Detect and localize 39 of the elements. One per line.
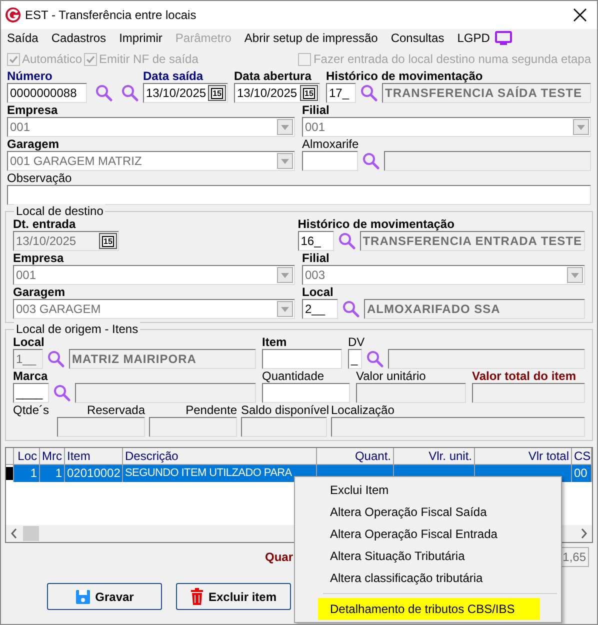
table-cell: 00 [572, 465, 592, 482]
field-label: Número [7, 69, 54, 83]
field-label: Qtde´s [13, 403, 50, 417]
table-cell: 1 [40, 465, 65, 482]
field-label: Dt. entrada [13, 217, 77, 231]
table-cell: 02010002 [65, 465, 123, 482]
field-label: Reservada [86, 403, 145, 417]
total-field: 1,65 [561, 547, 589, 567]
window-title: EST - Transferência entre locais [25, 7, 198, 24]
field-label: DV [348, 335, 366, 349]
checkbox-label: Fazer entrada do local destino numa segunda etapa [313, 51, 591, 68]
field-label: Valor total do item [472, 369, 578, 383]
field-label: Filial [302, 251, 330, 265]
field-label: Saldo disponível [241, 403, 327, 417]
field-label: Marca [13, 369, 49, 383]
field-label: Empresa [13, 251, 65, 265]
group-title: Local de origem - Itens [14, 322, 140, 336]
field-label: Local [13, 335, 46, 349]
field-label: Localização [331, 403, 396, 417]
field-label: Histórico de movimentação [326, 69, 484, 83]
field-label: Data saída [143, 69, 204, 83]
field-label: Garagem [13, 285, 66, 299]
field-label: Local [302, 285, 334, 299]
checkbox-label: Emitir NF de saída [99, 51, 198, 68]
total-label: Quar [265, 549, 294, 566]
field-label: Garagem [7, 137, 60, 151]
field-label: Almoxarife [302, 137, 360, 151]
field-label: Quantidade [262, 369, 326, 383]
field-label: Pendente [184, 403, 237, 417]
checkbox-label: Automático [22, 51, 82, 68]
group-title: Local de destino [14, 204, 106, 218]
field-label: Data abertura [234, 69, 312, 83]
field-label: Valor unitário [356, 369, 427, 383]
field-label: Item [262, 335, 288, 349]
field-label: Observação [7, 171, 73, 185]
table-cell: 1 [14, 465, 40, 482]
field-label: Filial [302, 103, 330, 117]
field-label: Histórico de movimentação [298, 217, 456, 231]
field-label: Empresa [7, 103, 59, 117]
